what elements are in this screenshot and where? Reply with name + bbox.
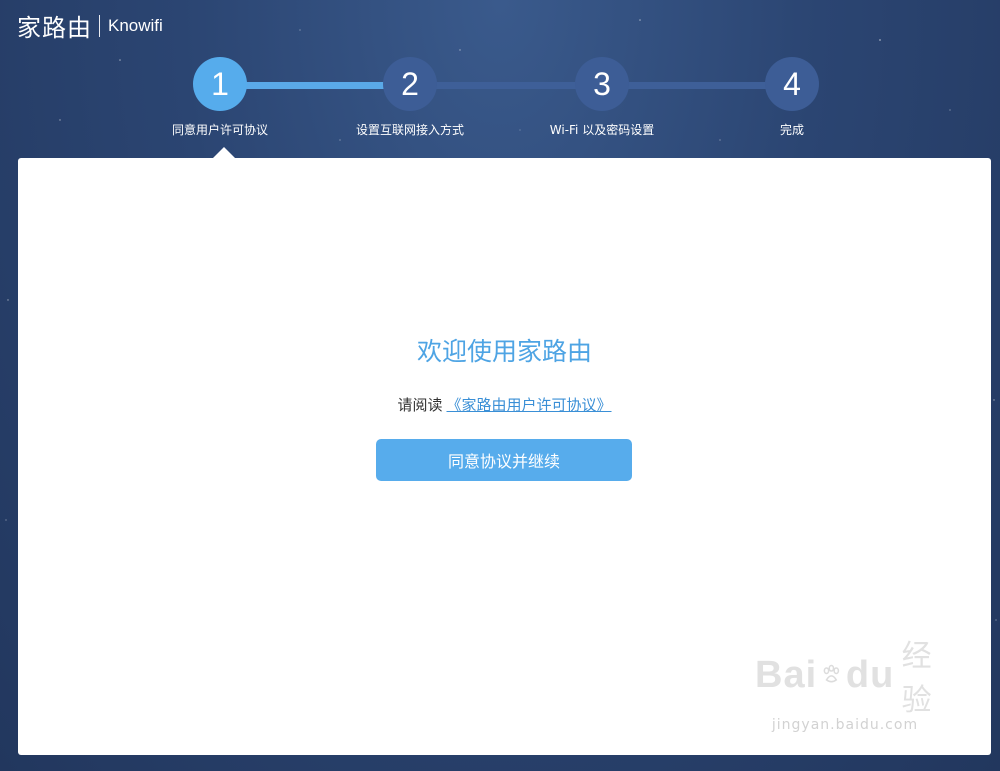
watermark-logo-cn: 经验 — [901, 639, 932, 718]
step-3: 3 Wi-Fi 以及密码设置 — [522, 57, 682, 138]
setup-progress-steps: 1 同意用户许可协议 2 设置互联网接入方式 3 Wi-Fi 以及密码设置 4 … — [0, 0, 1000, 160]
agreement-link[interactable]: 《家路由用户许可协议》 — [447, 396, 612, 414]
step-4-number: 4 — [765, 57, 819, 111]
agreement-prompt: 请阅读 《家路由用户许可协议》 — [18, 394, 991, 415]
step-2: 2 设置互联网接入方式 — [330, 57, 490, 138]
content-panel: 欢迎使用家路由 请阅读 《家路由用户许可协议》 同意协议并继续 Bai du 经验… — [18, 158, 991, 755]
step-1: 1 同意用户许可协议 — [140, 57, 300, 138]
watermark-logo-text-2: du — [845, 653, 895, 696]
step-3-label: Wi-Fi 以及密码设置 — [549, 123, 655, 137]
welcome-title: 欢迎使用家路由 — [416, 337, 592, 366]
watermark-logo-text: Bai — [755, 653, 818, 696]
step-4: 4 完成 — [712, 57, 872, 138]
paw-icon — [823, 664, 840, 683]
step-2-label: 设置互联网接入方式 — [355, 123, 464, 137]
read-prefix: 请阅读 — [397, 396, 443, 414]
step-1-label: 同意用户许可协议 — [171, 123, 268, 137]
baidu-jingyan-watermark: Bai du 经验 jingyan.baidu.com — [755, 631, 935, 733]
active-step-pointer — [213, 147, 235, 158]
watermark-url: jingyan.baidu.com — [771, 717, 919, 733]
step-3-number: 3 — [575, 57, 629, 111]
agree-continue-button[interactable]: 同意协议并继续 — [376, 439, 632, 481]
step-2-number: 2 — [383, 57, 437, 111]
step-1-number: 1 — [193, 57, 247, 111]
step-4-label: 完成 — [779, 123, 804, 137]
